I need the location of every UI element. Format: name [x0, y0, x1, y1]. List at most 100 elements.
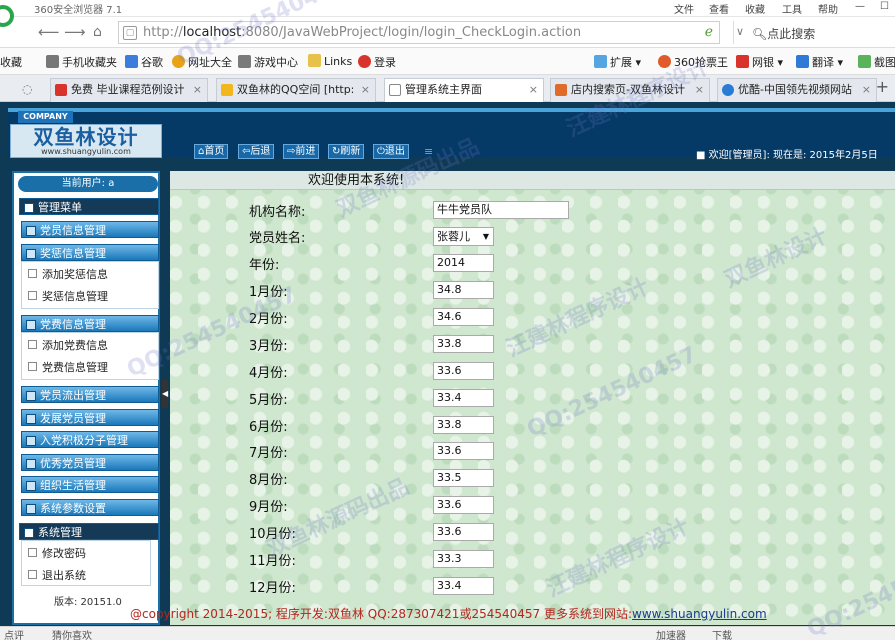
close-icon[interactable]: ×: [193, 79, 202, 101]
brand-logo: 双鱼林设计 www.shuangyulin.com: [10, 124, 162, 158]
month-input[interactable]: 33.4: [433, 577, 494, 595]
month-input[interactable]: 33.6: [433, 496, 494, 514]
tab-favicon-icon: [555, 84, 567, 96]
tab-shop[interactable]: 店内搜索页-双鱼林设计 ×: [550, 78, 710, 102]
url-field[interactable]: ▢ http://localhost:8080/JavaWebProject/l…: [118, 21, 720, 44]
year-input[interactable]: 2014: [433, 254, 494, 272]
sidebar-group-activist[interactable]: 入党积极分子管理: [21, 431, 159, 448]
close-icon[interactable]: ×: [862, 79, 871, 101]
fav-bank[interactable]: 网银 ▾: [736, 54, 783, 70]
sidebar-item-change-password[interactable]: 修改密码: [28, 545, 86, 561]
tab-favicon-icon: [221, 84, 233, 96]
welcome-title: 欢迎使用本系统!: [170, 171, 895, 190]
search-box[interactable]: ∨ 🔍︎点此搜索: [733, 21, 895, 44]
app-frame: COMPANY 双鱼林设计 www.shuangyulin.com ⌂首页 ⇦后退…: [0, 102, 895, 626]
close-icon[interactable]: ×: [361, 79, 370, 101]
bank-icon: [736, 55, 749, 68]
phone-icon: [46, 55, 59, 68]
refresh-button[interactable]: ↻刷新: [328, 144, 365, 159]
menu-tools[interactable]: 工具: [782, 1, 802, 16]
year-label: 年份:: [249, 258, 280, 273]
month-input[interactable]: 33.6: [433, 362, 494, 380]
fav-login[interactable]: 登录: [358, 54, 396, 70]
month-input[interactable]: 33.5: [433, 469, 494, 487]
back-button[interactable]: ⇦后退: [238, 144, 275, 159]
forward-arrow-icon[interactable]: ⟶: [64, 23, 86, 41]
tab-main[interactable]: 管理系统主界面 ×: [384, 78, 544, 103]
menu-help[interactable]: 帮助: [818, 1, 838, 16]
month-input[interactable]: 33.8: [433, 416, 494, 434]
fav-screenshot[interactable]: 截图: [858, 54, 895, 70]
current-user: 当前用户: a: [18, 176, 158, 192]
fav-extensions[interactable]: 扩展 ▾: [594, 54, 641, 70]
translate-icon: [796, 55, 809, 68]
member-select[interactable]: 张蓉儿 ▼: [433, 227, 494, 246]
footer-link[interactable]: www.shuangyulin.com: [632, 607, 767, 621]
chevron-down-icon[interactable]: ∨: [736, 25, 744, 38]
new-tab-button[interactable]: +: [876, 77, 889, 96]
sidebar-group-develop[interactable]: 发展党员管理: [21, 409, 159, 426]
ie-compat-icon[interactable]: ℯ: [705, 24, 713, 40]
tab-qzone[interactable]: 双鱼林的QQ空间 [http: ×: [216, 78, 376, 102]
fav-google[interactable]: 谷歌: [125, 54, 163, 70]
fav-tickets[interactable]: 360抢票王: [658, 54, 728, 70]
address-bar: ⟵ ⟶ ⌂ ▢ http://localhost:8080/JavaWebPro…: [0, 17, 895, 48]
login-icon: [358, 55, 371, 68]
sidebar-group-excellent[interactable]: 优秀党员管理: [21, 454, 159, 471]
fav-links[interactable]: Links: [308, 54, 352, 68]
scissors-icon: [858, 55, 871, 68]
menu-favorites[interactable]: 收藏: [745, 1, 765, 16]
maximize-button[interactable]: ☐: [880, 1, 889, 12]
page-icon: ▢: [123, 26, 137, 40]
month-label: 12月份:: [249, 581, 296, 596]
month-label: 10月份:: [249, 527, 296, 542]
tab-course[interactable]: 免费 毕业课程范例设计 ×: [50, 78, 208, 102]
fav-translate[interactable]: 翻译 ▾: [796, 54, 843, 70]
menu-file[interactable]: 文件: [674, 1, 694, 16]
fav-games[interactable]: 游戏中心: [238, 54, 298, 70]
sidebar-item-fee-manage[interactable]: 党费信息管理: [28, 359, 108, 375]
sidebar-group-org-life[interactable]: 组织生活管理: [21, 476, 159, 493]
menu-view[interactable]: 查看: [709, 1, 729, 16]
sidebar-item-add-reward[interactable]: 添加奖惩信息: [28, 266, 108, 282]
fav-mobile[interactable]: 手机收藏夹: [46, 54, 117, 70]
browser-titlebar: 360安全浏览器 7.1 文件 查看 收藏 工具 帮助 — ☐: [0, 0, 895, 27]
month-input[interactable]: 33.6: [433, 442, 494, 460]
month-input[interactable]: 34.6: [433, 308, 494, 326]
sidebar-group-member-info[interactable]: 党员信息管理: [21, 221, 159, 238]
tab-youku[interactable]: 优酷-中国领先视频网站 ×: [717, 78, 877, 102]
sidebar-group-reward[interactable]: 奖惩信息管理: [21, 244, 159, 261]
month-input[interactable]: 33.4: [433, 389, 494, 407]
fav-sites[interactable]: 网址大全: [172, 54, 232, 70]
month-label: 8月份:: [249, 473, 288, 488]
company-label: COMPANY: [18, 111, 73, 123]
sidebar-group-params[interactable]: 系统参数设置: [21, 499, 159, 516]
minimize-button[interactable]: —: [855, 1, 865, 12]
restore-icon[interactable]: ◌: [22, 82, 32, 96]
org-input[interactable]: 牛牛党员队: [433, 201, 569, 219]
home-button[interactable]: ⌂首页: [194, 144, 229, 159]
month-input[interactable]: 33.3: [433, 550, 494, 568]
month-input[interactable]: 33.6: [433, 523, 494, 541]
sidebar-item-reward-manage[interactable]: 奖惩信息管理: [28, 288, 108, 304]
sidebar-group-outflow[interactable]: 党员流出管理: [21, 386, 159, 403]
exit-button[interactable]: ⏻退出: [373, 144, 409, 159]
sidebar-group-system[interactable]: 系统管理: [19, 523, 159, 540]
main-content: 欢迎使用本系统! 机构名称: 牛牛党员队 党员姓名: 张蓉儿 ▼ 年份: 2014…: [170, 171, 895, 625]
search-input[interactable]: 🔍︎点此搜索: [752, 25, 815, 42]
month-label: 4月份:: [249, 366, 288, 381]
forward-button[interactable]: ⇨前进: [283, 144, 320, 159]
home-icon[interactable]: ⌂: [93, 23, 102, 41]
close-icon[interactable]: ×: [529, 79, 538, 101]
back-arrow-icon[interactable]: ⟵: [38, 23, 60, 41]
month-label: 11月份:: [249, 554, 296, 569]
sidebar-item-logout[interactable]: 退出系统: [28, 567, 86, 583]
month-input[interactable]: 33.8: [433, 335, 494, 353]
favorites-label[interactable]: 收藏: [0, 54, 22, 70]
sidebar-group-fee[interactable]: 党费信息管理: [21, 315, 159, 332]
close-icon[interactable]: ×: [695, 79, 704, 101]
sidebar-item-add-fee[interactable]: 添加党费信息: [28, 337, 108, 353]
month-input[interactable]: 34.8: [433, 281, 494, 299]
month-label: 7月份:: [249, 446, 288, 461]
sidebar-collapse-handle[interactable]: ◀: [162, 380, 168, 408]
